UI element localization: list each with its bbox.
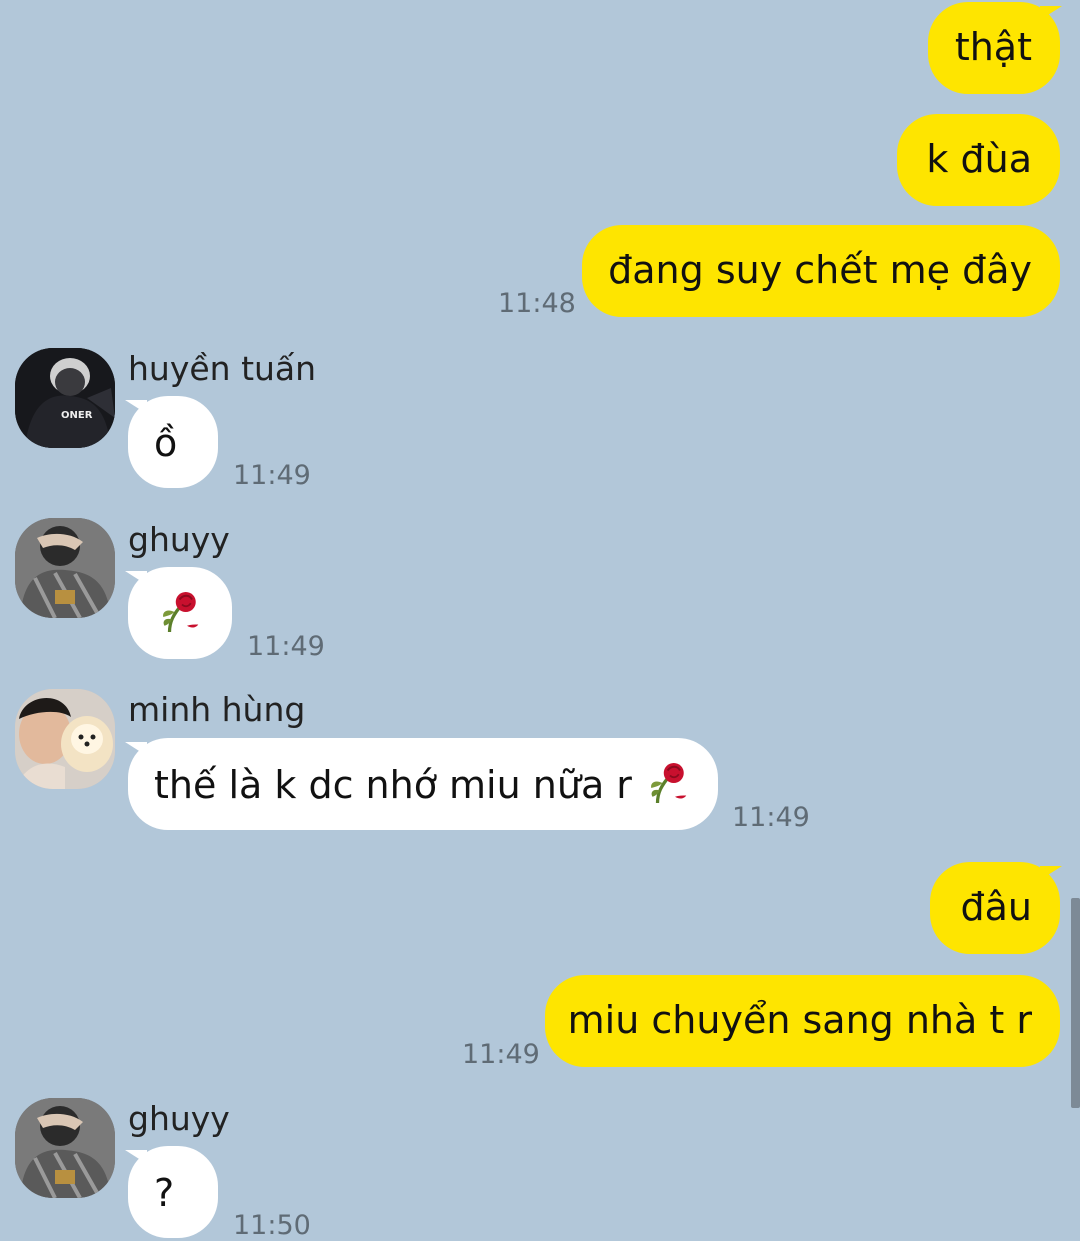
message-time: 11:49 [462, 1039, 540, 1070]
message-time: 11:49 [732, 802, 810, 833]
avatar-image [15, 518, 115, 618]
avatar-image [15, 1098, 115, 1198]
message-bubble-incoming[interactable]: ? [128, 1146, 218, 1238]
message-text: ? [154, 1171, 175, 1215]
avatar-image [15, 689, 115, 789]
message-text: thật [954, 25, 1032, 69]
message-bubble-incoming[interactable]: ồ [128, 396, 218, 488]
sender-name: ghuyy [128, 1099, 230, 1138]
message-text: đâu [960, 885, 1033, 929]
wilted-rose-icon [640, 758, 690, 808]
wilted-rose-icon [152, 587, 202, 637]
message-time: 11:49 [233, 460, 311, 491]
message-text: miu chuyển sang nhà t r [567, 998, 1032, 1042]
sender-name: minh hùng [128, 690, 306, 729]
message-bubble-outgoing[interactable]: đang suy chết mẹ đây [582, 225, 1060, 317]
message-time: 11:48 [498, 288, 576, 319]
message-bubble-incoming[interactable]: thế là k dc nhớ miu nữa r [128, 738, 718, 830]
message-text: k đùa [926, 137, 1032, 181]
sender-name: huyền tuấn [128, 349, 317, 388]
message-bubble-outgoing[interactable]: miu chuyển sang nhà t r [545, 975, 1060, 1067]
message-time: 11:50 [233, 1210, 311, 1241]
scrollbar[interactable] [1071, 898, 1080, 1108]
message-text: ồ [154, 421, 178, 465]
avatar[interactable] [15, 518, 115, 618]
sender-name: ghuyy [128, 520, 230, 559]
avatar-image: ONER [15, 348, 115, 448]
chat-area: thật k đùa 11:48 đang suy chết mẹ đây ON… [0, 0, 1080, 1241]
message-time: 11:49 [247, 631, 325, 662]
message-text: đang suy chết mẹ đây [608, 248, 1032, 292]
avatar[interactable]: ONER [15, 348, 115, 448]
message-bubble-outgoing[interactable]: k đùa [897, 114, 1060, 206]
message-bubble-outgoing[interactable]: đâu [930, 862, 1060, 954]
avatar[interactable] [15, 689, 115, 789]
message-bubble-incoming[interactable] [128, 567, 232, 659]
message-text: thế là k dc nhớ miu nữa r [154, 763, 632, 807]
message-bubble-outgoing[interactable]: thật [928, 2, 1060, 94]
avatar-jersey-text: ONER [61, 410, 93, 421]
avatar[interactable] [15, 1098, 115, 1198]
